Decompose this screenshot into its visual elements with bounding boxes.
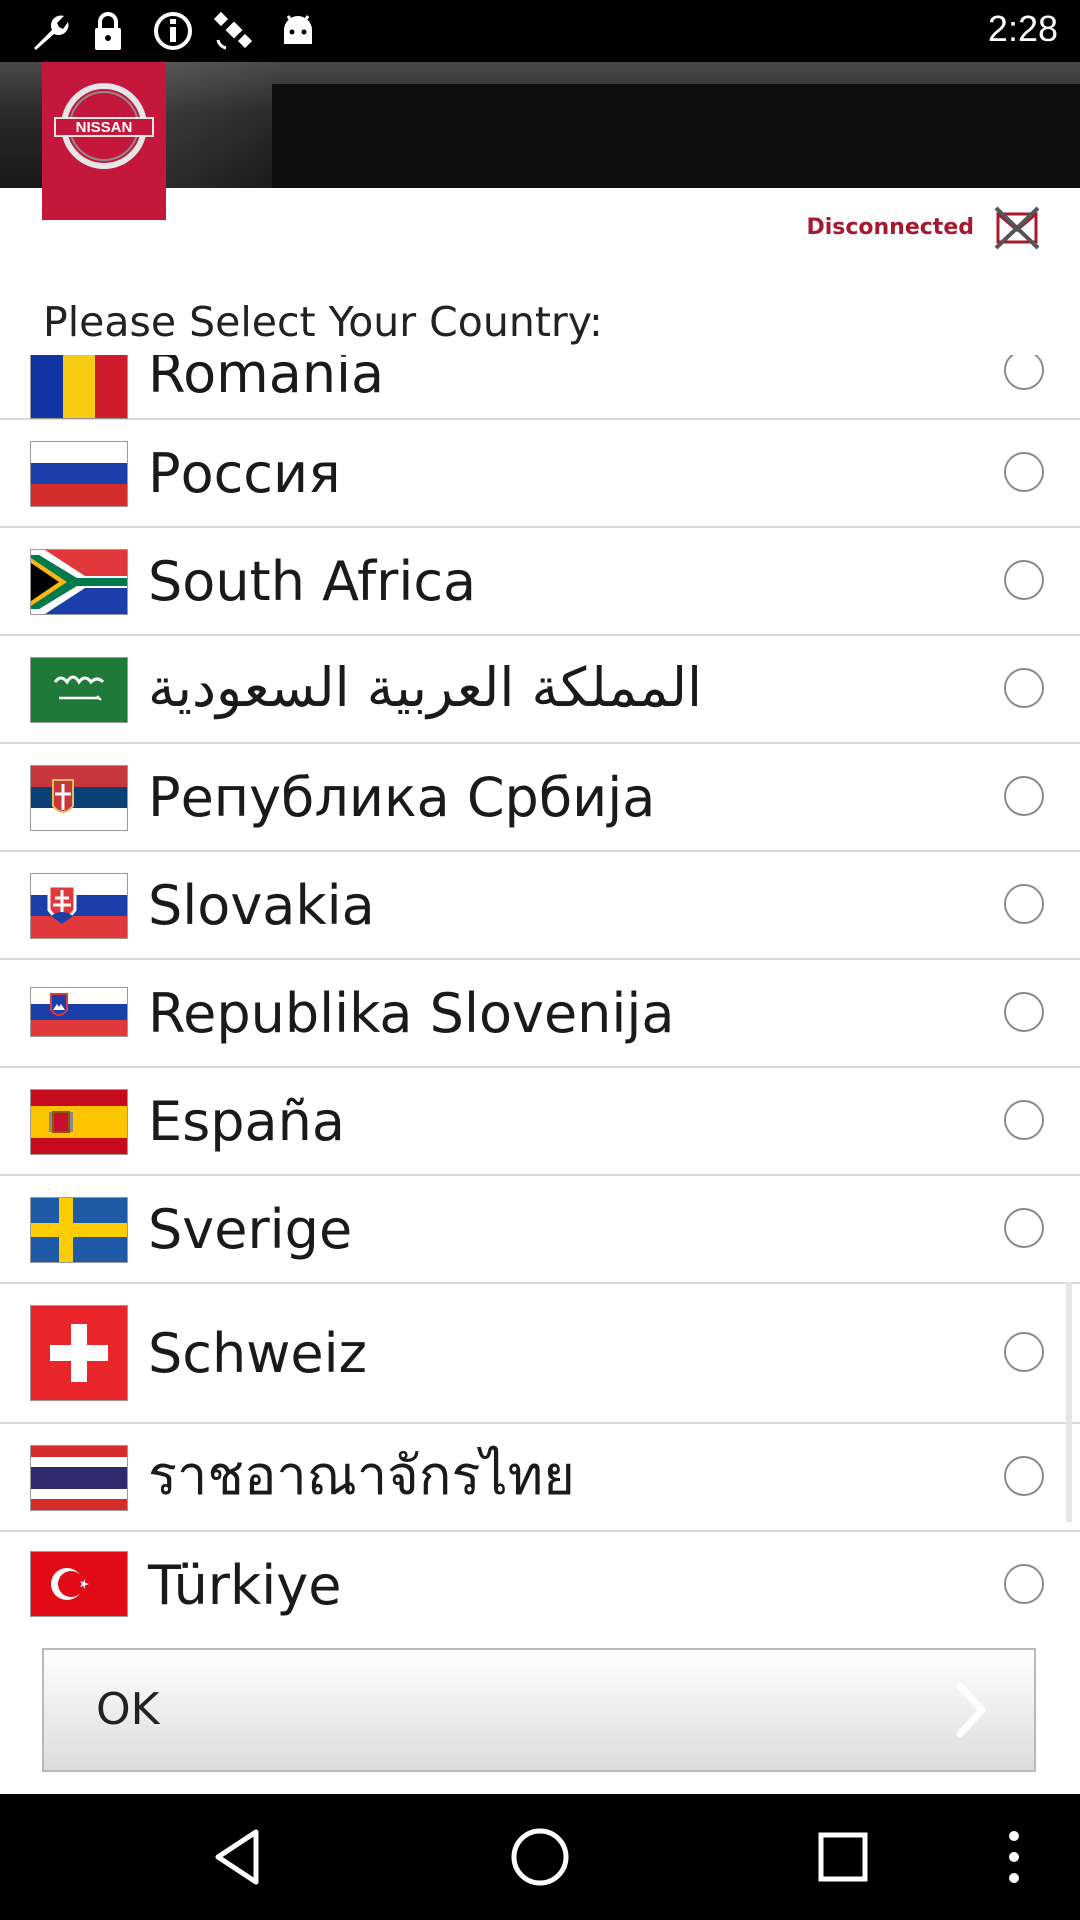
menu-icon[interactable] bbox=[994, 1824, 1034, 1890]
list-item[interactable]: Slovakia bbox=[0, 852, 1080, 960]
radio-button[interactable] bbox=[1004, 776, 1044, 816]
android-icon bbox=[284, 15, 312, 44]
thailand-flag bbox=[30, 1445, 128, 1511]
list-item[interactable]: Република Србија bbox=[0, 744, 1080, 852]
country-name: Türkiye bbox=[148, 1554, 342, 1617]
south-africa-flag bbox=[30, 549, 128, 615]
radio-button[interactable] bbox=[1004, 1208, 1044, 1248]
radio-button[interactable] bbox=[1004, 992, 1044, 1032]
list-item[interactable]: España bbox=[0, 1068, 1080, 1176]
clock: 2:28 bbox=[987, 8, 1058, 49]
header-shade bbox=[160, 62, 280, 188]
country-list[interactable]: Romania Россия South Africa المملكة العر… bbox=[0, 355, 1080, 1617]
turkey-flag bbox=[30, 1551, 128, 1617]
status-bar: 2:28 bbox=[0, 0, 1080, 62]
satellite-icon bbox=[213, 11, 253, 50]
country-name: Romania bbox=[148, 355, 385, 405]
radio-button[interactable] bbox=[1004, 560, 1044, 600]
list-item[interactable]: Türkiye bbox=[0, 1532, 1080, 1617]
logo-text: NISSAN bbox=[76, 119, 133, 136]
wrench-icon bbox=[34, 15, 69, 50]
disconnected-icon bbox=[994, 206, 1040, 250]
radio-button[interactable] bbox=[1004, 452, 1044, 492]
saudi-arabia-flag bbox=[30, 657, 128, 723]
list-item[interactable]: ราชอาณาจักรไทย bbox=[0, 1424, 1080, 1532]
radio-button[interactable] bbox=[1004, 668, 1044, 708]
country-name: Република Србија bbox=[148, 766, 656, 829]
list-item[interactable]: Sverige bbox=[0, 1176, 1080, 1284]
country-name: المملكة العربية السعودية bbox=[148, 656, 703, 719]
country-name: España bbox=[148, 1090, 345, 1153]
serbia-flag bbox=[30, 765, 128, 831]
list-item[interactable]: South Africa bbox=[0, 528, 1080, 636]
radio-button[interactable] bbox=[1004, 1100, 1044, 1140]
recents-icon[interactable] bbox=[810, 1824, 876, 1890]
list-item[interactable]: Россия bbox=[0, 420, 1080, 528]
country-name: Sverige bbox=[148, 1198, 353, 1261]
country-name: Schweiz bbox=[148, 1322, 367, 1385]
country-name: Republika Slovenija bbox=[148, 982, 675, 1045]
page-title: Please Select Your Country: bbox=[43, 298, 603, 346]
list-item[interactable]: Republika Slovenija bbox=[0, 960, 1080, 1068]
radio-button[interactable] bbox=[1004, 1332, 1044, 1372]
connection-status: Disconnected bbox=[806, 215, 974, 240]
ok-label: OK bbox=[96, 1684, 160, 1735]
ok-button[interactable]: OK bbox=[42, 1648, 1036, 1772]
radio-button[interactable] bbox=[1004, 355, 1044, 390]
sweden-flag bbox=[30, 1197, 128, 1263]
back-icon[interactable] bbox=[204, 1824, 270, 1890]
country-name: Россия bbox=[148, 442, 341, 505]
nissan-logo: NISSAN bbox=[42, 62, 166, 220]
switzerland-flag bbox=[30, 1305, 128, 1401]
info-icon bbox=[154, 12, 192, 50]
slovakia-flag bbox=[30, 873, 128, 939]
radio-button[interactable] bbox=[1004, 884, 1044, 924]
header-panel bbox=[272, 84, 1080, 188]
radio-button[interactable] bbox=[1004, 1564, 1044, 1604]
spain-flag bbox=[30, 1089, 128, 1155]
list-item[interactable]: Schweiz bbox=[0, 1284, 1080, 1424]
country-name: South Africa bbox=[148, 550, 477, 613]
romania-flag bbox=[30, 355, 128, 419]
country-name: Slovakia bbox=[148, 874, 375, 937]
russia-flag bbox=[30, 441, 128, 507]
home-icon[interactable] bbox=[507, 1824, 573, 1890]
country-name: ราชอาณาจักรไทย bbox=[148, 1444, 575, 1507]
lock-icon bbox=[95, 12, 121, 50]
slovenia-flag bbox=[30, 987, 128, 1037]
list-item[interactable]: المملكة العربية السعودية bbox=[0, 636, 1080, 744]
scrollbar[interactable] bbox=[1066, 1282, 1072, 1522]
list-item[interactable]: Romania bbox=[0, 355, 1080, 420]
chevron-right-icon bbox=[956, 1682, 986, 1738]
radio-button[interactable] bbox=[1004, 1456, 1044, 1496]
navigation-bar bbox=[0, 1794, 1080, 1920]
